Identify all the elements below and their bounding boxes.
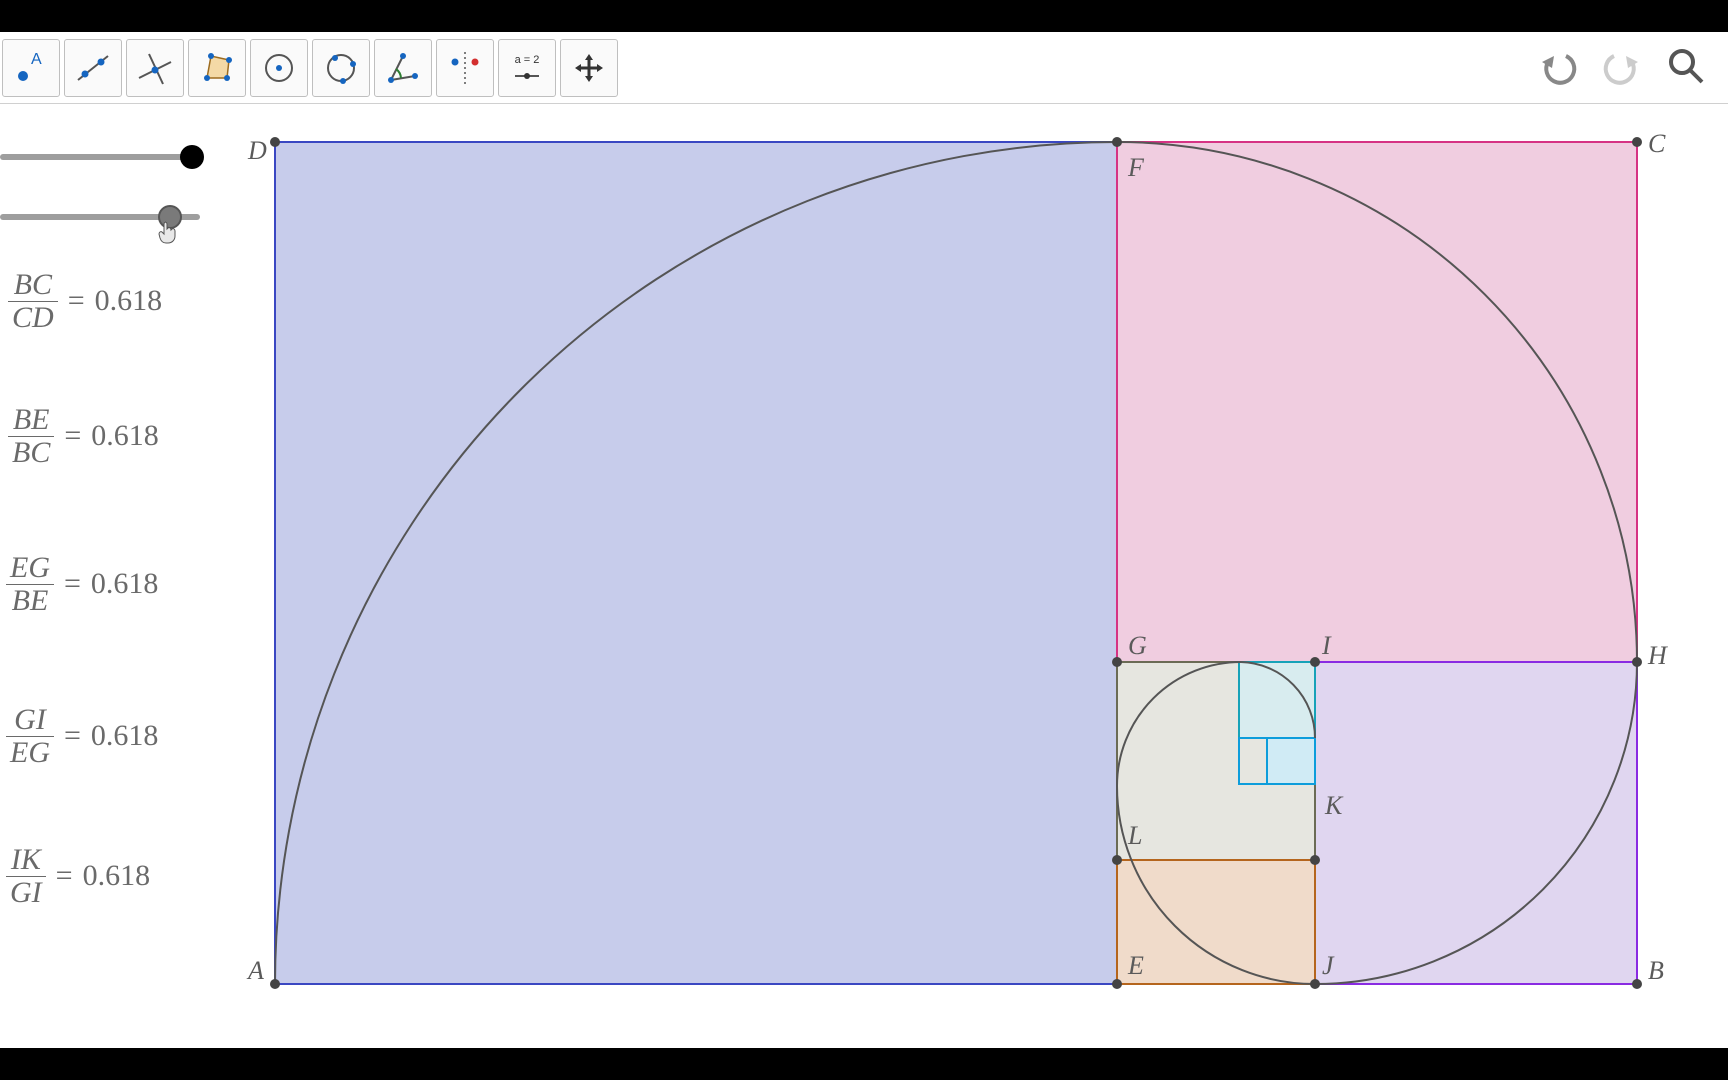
slider-tool[interactable]: a = 2 [498,39,556,97]
label-A: A [246,956,264,985]
move-graphics-tool[interactable] [560,39,618,97]
label-G: G [1128,631,1147,660]
label-E: E [1127,951,1144,980]
search-button[interactable] [1664,44,1708,93]
svg-text:a = 2: a = 2 [515,54,540,66]
app-frame: A a = 2 [0,32,1728,1048]
angle-tool[interactable] [374,39,432,97]
square-FCHG [1117,142,1637,662]
toolbar: A a = 2 [0,32,1728,104]
label-H: H [1647,641,1668,670]
polygon-tool[interactable] [188,39,246,97]
label-C: C [1648,129,1666,158]
reflect-tool[interactable] [436,39,494,97]
perpendicular-tool[interactable] [126,39,184,97]
square-HB [1315,662,1637,984]
line-tool[interactable] [64,39,122,97]
circle-center-tool[interactable] [250,39,308,97]
label-J: J [1322,951,1335,980]
label-B: B [1648,956,1664,985]
redo-button[interactable] [1600,44,1644,93]
conic-tool[interactable] [312,39,370,97]
square-teal-3 [1267,738,1315,784]
label-K: K [1324,791,1344,820]
geometry-svg: A D B C F E G H I J K L [0,104,1728,1048]
label-L: L [1127,821,1142,850]
label-F: F [1127,153,1145,182]
undo-button[interactable] [1536,44,1580,93]
point-tool[interactable]: A [2,39,60,97]
label-D: D [247,136,267,165]
label-I: I [1321,631,1332,660]
square-LEJ [1117,860,1315,984]
canvas[interactable]: BCCD =0.618 BEBC =0.618 EGBE =0.618 GIEG… [0,104,1728,1048]
toolbar-right [1536,32,1708,104]
svg-text:A: A [31,51,42,68]
square-teal-1 [1239,662,1315,738]
square-ADEF [275,142,1117,984]
